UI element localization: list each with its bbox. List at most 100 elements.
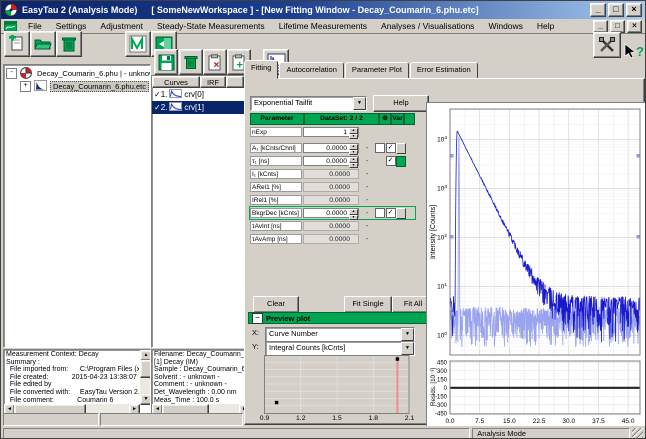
curve-check-icon[interactable]: ✓1.	[154, 90, 167, 99]
tree-child-label[interactable]: Decay_Coumarin_6.phu.etc	[50, 81, 149, 92]
chevron-down-icon[interactable]: ▼	[401, 328, 414, 341]
summary-vertical-scrollbar[interactable]: ▲ ▼	[140, 350, 150, 405]
svg-text:+: +	[236, 59, 242, 71]
tab-autocorrelation[interactable]: Autocorrelation	[279, 62, 343, 79]
status-field-mid	[100, 413, 243, 426]
tab-parameter-plot[interactable]: Parameter Plot	[345, 62, 409, 79]
tree-root-label[interactable]: Decay_Coumarin_6.phu | - unknown -	[35, 69, 151, 78]
preview-tick-label: 1.2	[296, 415, 305, 422]
preview-x-value: Curve Number	[269, 329, 318, 338]
tools-button[interactable]	[593, 32, 621, 58]
preview-plot[interactable]	[264, 355, 410, 414]
parameter-column-header: Parameter	[250, 113, 304, 125]
chevron-down-icon[interactable]: ▼	[401, 342, 414, 355]
value-spinner[interactable]: ▲▼	[349, 144, 358, 152]
tree-root-row[interactable]: - Decay_Coumarin_6.phu | - unknown -	[4, 67, 150, 80]
resize-grip[interactable]	[632, 428, 643, 439]
var-checkbox[interactable]: ✓	[386, 156, 396, 166]
child-close-button[interactable]: ×	[627, 20, 642, 33]
spin-down-icon[interactable]: ▼	[349, 134, 358, 140]
collapse-preview-icon[interactable]: −	[252, 313, 263, 324]
parameter-name: I₁ [kCnts]	[250, 169, 302, 179]
menu-windows[interactable]: Windows	[481, 20, 529, 32]
adjustment-curve-icon	[129, 35, 147, 53]
tab-fitting[interactable]: Fitting	[244, 60, 278, 79]
curves-list: Curves IRF ✓1.crv[0]✓2.crv[1]	[151, 75, 245, 348]
parameter-value-field[interactable]: 0.0000▲▼	[303, 156, 359, 166]
parameter-row: IRel1 [%]0.0000-	[250, 194, 415, 206]
easytau-window: EasyTau 2 (Analysis Mode) [ SomeNewWorks…	[0, 0, 646, 439]
child-restore-button[interactable]: □	[610, 20, 625, 33]
spin-down-icon[interactable]: ▼	[349, 150, 358, 156]
help-button[interactable]: Help	[373, 95, 429, 112]
var-checkbox[interactable]: ✓	[386, 208, 396, 218]
model-select[interactable]: Exponential Tailfit ▼	[250, 96, 367, 111]
expand-icon[interactable]: +	[20, 81, 31, 92]
save-button[interactable]	[154, 49, 178, 75]
var-cell: ✓	[385, 208, 396, 218]
maximize-button[interactable]: □	[608, 3, 624, 17]
summary-line: File edited by	[6, 381, 139, 389]
new-analysis-button[interactable]	[4, 31, 30, 57]
collapse-icon[interactable]: -	[6, 68, 17, 79]
irf-column-header[interactable]: IRF	[200, 76, 226, 88]
preview-x-select[interactable]: Curve Number ▼	[265, 327, 415, 342]
active-indicator	[396, 156, 406, 167]
summary-line: File converted with: EasyTau Version 2.2…	[6, 389, 139, 397]
link-indicator: -	[359, 236, 375, 243]
menu-lifetime-measurements[interactable]: Lifetime Measurements	[272, 20, 374, 32]
summary-line: File created: 2015-04-23 13:38:07	[6, 374, 139, 382]
parameter-row: τAvAmp [ns]0.0000-	[250, 233, 415, 245]
global-column-header globe-icon[interactable]: ⊕	[379, 113, 391, 125]
scrollbar-thumb[interactable]	[140, 360, 151, 378]
blank-column-header	[226, 76, 244, 88]
parameter-value-field[interactable]: 0.0000▲▼	[303, 143, 359, 153]
extra-cell	[396, 143, 406, 154]
value-spinner[interactable]: ▲▼	[349, 128, 358, 136]
parameter-name: τAvAmp [ns]	[250, 234, 302, 244]
preview-y-select[interactable]: Integral Counts [kCnts] ▼	[265, 341, 415, 356]
menu-analyses-visualisations[interactable]: Analyses / Visualisations	[374, 20, 481, 32]
spin-down-icon[interactable]: ▼	[349, 215, 358, 221]
curve-list-item[interactable]: ✓1.crv[0]	[152, 88, 244, 101]
link-indicator: -	[359, 184, 375, 191]
svg-text:300: 300	[437, 369, 448, 375]
curves-column-header[interactable]: Curves	[152, 76, 200, 88]
decay-chart[interactable]: 1001011021031044503001500-150-300-4500.0…	[427, 103, 644, 439]
open-workspace-button[interactable]	[30, 31, 56, 57]
fit-single-button[interactable]: Fit Single	[344, 296, 392, 313]
workspace-tree[interactable]: - Decay_Coumarin_6.phu | - unknown - + D…	[3, 64, 151, 348]
tab-error-estimation[interactable]: Error Estimation	[410, 62, 478, 79]
menu-help[interactable]: Help	[530, 20, 561, 32]
minimize-button[interactable]: _	[590, 3, 606, 17]
spin-down-icon[interactable]: ▼	[349, 163, 358, 169]
curve-check-icon[interactable]: ✓2.	[154, 103, 167, 112]
adjustment-button[interactable]	[125, 31, 151, 57]
close-button[interactable]: ×	[626, 3, 642, 17]
parameter-name: τAvInt [ns]	[250, 221, 302, 231]
limits-button[interactable]	[396, 143, 406, 154]
child-window-icon[interactable]	[4, 21, 17, 32]
limits-button[interactable]	[396, 208, 406, 219]
value-spinner[interactable]: ▲▼	[349, 209, 358, 217]
tree-child-row[interactable]: + Decay_Coumarin_6.phu.etc	[18, 80, 150, 93]
file-info-text: Filename: Decay_Coumarin_6.phu.e[1] Deca…	[154, 351, 249, 404]
extra-column-header	[404, 113, 415, 125]
parameter-value-field[interactable]: 0.0000▲▼	[303, 208, 359, 218]
clear-button[interactable]: Clear	[253, 296, 299, 313]
global-checkbox[interactable]	[375, 143, 385, 153]
scroll-down-icon[interactable]: ▼	[140, 394, 151, 405]
chevron-down-icon[interactable]: ▼	[353, 97, 366, 110]
parameter-value-field[interactable]: 1▲▼	[303, 127, 359, 137]
var-checkbox[interactable]: ✓	[386, 143, 396, 153]
remove-curve-button[interactable]: ×	[203, 49, 227, 75]
value-spinner[interactable]: ▲▼	[349, 157, 358, 165]
curve-list-item[interactable]: ✓2.crv[1]	[152, 101, 244, 114]
global-checkbox[interactable]	[375, 208, 385, 218]
parameter-row: ARel1 [%]0.0000-	[250, 181, 415, 193]
parameter-row: nExp1▲▼	[250, 126, 415, 138]
child-minimize-button[interactable]: _	[593, 20, 608, 33]
delete-curve-button[interactable]	[179, 49, 203, 75]
delete-button[interactable]	[56, 31, 82, 57]
trash-icon	[60, 35, 78, 53]
